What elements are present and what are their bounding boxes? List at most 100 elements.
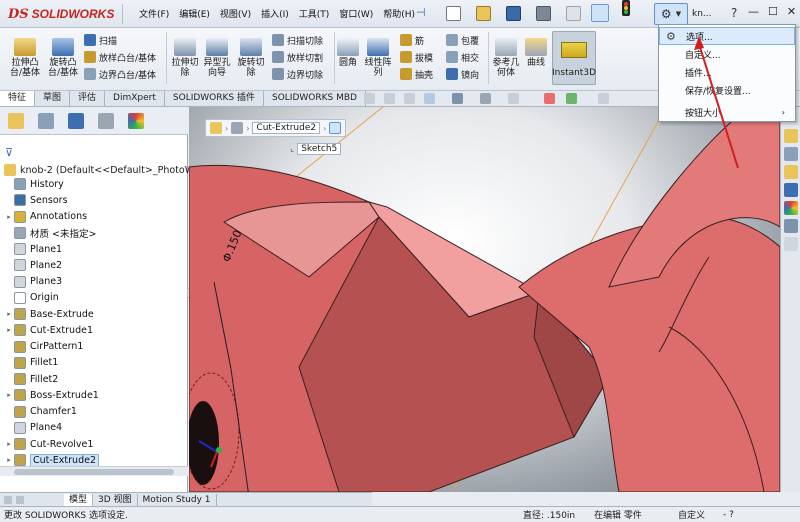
revolved-boss-button[interactable]: 旋转凸 台/基体 bbox=[46, 38, 80, 78]
tree-node[interactable]: ▸ Cut-Revolve1 bbox=[4, 436, 93, 452]
view-orientation-icon[interactable] bbox=[452, 93, 463, 104]
expand-arrow-icon[interactable]: ▸ bbox=[4, 310, 14, 318]
tree-node[interactable]: Plane3 bbox=[4, 274, 62, 290]
swept-cut-button[interactable]: 扫描切除 bbox=[272, 32, 323, 48]
property-manager-tab-icon[interactable] bbox=[38, 113, 54, 129]
options-button[interactable]: ⚙ ▼ bbox=[654, 3, 688, 25]
feature-tree-tab-icon[interactable] bbox=[8, 113, 24, 129]
instant3d-button[interactable]: Instant3D bbox=[552, 31, 596, 85]
tab-addins[interactable]: SOLIDWORKS 插件 bbox=[165, 91, 264, 106]
menu-item-options[interactable]: ⚙ 选项... bbox=[659, 27, 795, 45]
sketch-label[interactable]: Sketch5 bbox=[297, 143, 342, 155]
custom-properties-icon[interactable] bbox=[784, 219, 798, 233]
expand-arrow-icon[interactable]: ▸ bbox=[4, 213, 14, 221]
tree-node[interactable]: ▸ Base-Extrude bbox=[4, 306, 94, 322]
loft-boss-button[interactable]: 放样凸台/基体 bbox=[84, 49, 156, 65]
maximize-icon[interactable]: ☐ bbox=[768, 5, 778, 18]
tree-node[interactable]: 材质 <未指定> bbox=[4, 225, 96, 241]
zoom-area-icon[interactable] bbox=[384, 93, 395, 104]
tab-sketch[interactable]: 草图 bbox=[35, 91, 71, 106]
tree-node[interactable]: CirPattern1 bbox=[4, 339, 83, 355]
tree-node[interactable]: ▸ Cut-Extrude1 bbox=[4, 322, 93, 338]
status-units[interactable]: 自定义 bbox=[678, 508, 705, 521]
menu-item-customize[interactable]: 自定义... bbox=[659, 45, 795, 63]
tree-node[interactable]: Chamfer1 bbox=[4, 404, 77, 420]
breadcrumb-feature[interactable]: Cut-Extrude2 bbox=[252, 122, 321, 134]
configuration-tab-icon[interactable] bbox=[68, 113, 84, 129]
scrollbar-thumb[interactable] bbox=[14, 469, 174, 475]
rebuild-traffic-light-icon[interactable] bbox=[622, 0, 630, 16]
reference-geometry-button[interactable]: 参考几 何体 bbox=[490, 38, 522, 78]
tree-node[interactable]: Sensors bbox=[4, 192, 68, 208]
apply-scene-icon[interactable] bbox=[566, 93, 577, 104]
hole-wizard-button[interactable]: 异型孔 向导 bbox=[200, 38, 234, 78]
extruded-cut-button[interactable]: 拉伸切 除 bbox=[170, 38, 200, 78]
menu-item-save-restore[interactable]: 保存/恢复设置... bbox=[659, 81, 795, 99]
hide-show-items-icon[interactable] bbox=[508, 93, 519, 104]
tree-node[interactable]: Fillet2 bbox=[4, 371, 58, 387]
tab-mbd[interactable]: SOLIDWORKS MBD bbox=[264, 91, 366, 106]
menu-item-button-size[interactable]: 按钮大小 › bbox=[659, 103, 795, 121]
tree-node[interactable]: ▸ Annotations bbox=[4, 209, 87, 225]
zoom-fit-icon[interactable] bbox=[364, 93, 375, 104]
pin-icon[interactable]: ⊣ bbox=[416, 6, 426, 19]
breadcrumb[interactable]: › › Cut-Extrude2 › bbox=[205, 119, 347, 137]
print-icon[interactable] bbox=[536, 6, 551, 21]
previous-view-icon[interactable] bbox=[404, 93, 415, 104]
tree-node[interactable]: Plane1 bbox=[4, 241, 62, 257]
menu-edit[interactable]: 编辑(E) bbox=[174, 7, 215, 20]
intersect-button[interactable]: 相交 bbox=[446, 49, 479, 65]
tab-evaluate[interactable]: 评估 bbox=[70, 91, 106, 106]
sweep-button[interactable]: 扫描 bbox=[84, 32, 117, 48]
status-help[interactable]: - ? bbox=[723, 510, 734, 520]
tab-features[interactable]: 特征 bbox=[0, 91, 36, 106]
dimxpert-tab-icon[interactable] bbox=[98, 113, 114, 129]
close-icon[interactable]: ✕ bbox=[787, 5, 796, 18]
tree-node[interactable]: Fillet1 bbox=[4, 355, 58, 371]
tree-node[interactable]: History bbox=[4, 176, 64, 192]
tree-node[interactable]: ▸ Boss-Extrude1 bbox=[4, 387, 99, 403]
sketch-breadcrumb[interactable]: ⌞ Sketch5 bbox=[290, 142, 342, 156]
extruded-boss-button[interactable]: 拉伸凸 台/基体 bbox=[8, 38, 42, 78]
boundary-boss-button[interactable]: 边界凸台/基体 bbox=[84, 66, 156, 82]
draft-button[interactable]: 拔模 bbox=[400, 49, 433, 65]
resources-task-icon[interactable] bbox=[784, 147, 798, 161]
display-style-icon[interactable] bbox=[480, 93, 491, 104]
linear-pattern-button[interactable]: 线性阵 列 bbox=[362, 38, 394, 78]
save-icon[interactable] bbox=[506, 6, 521, 21]
fillet-button[interactable]: 圆角 bbox=[336, 38, 360, 68]
display-manager-tab-icon[interactable] bbox=[128, 113, 144, 129]
graphics-viewport[interactable]: › › Cut-Extrude2 › ⌞ Sketch5 Φ.150 bbox=[189, 107, 780, 492]
expand-arrow-icon[interactable]: ▸ bbox=[4, 440, 14, 448]
menu-view[interactable]: 视图(V) bbox=[215, 7, 256, 20]
undo-icon[interactable] bbox=[566, 6, 581, 21]
tab-3d-view[interactable]: 3D 视图 bbox=[93, 493, 138, 506]
boundary-cut-button[interactable]: 边界切除 bbox=[272, 66, 323, 82]
lofted-cut-button[interactable]: 放样切割 bbox=[272, 49, 323, 65]
tab-model[interactable]: 模型 bbox=[64, 493, 94, 506]
view-settings-icon[interactable] bbox=[598, 93, 609, 104]
menu-help[interactable]: 帮助(H) bbox=[378, 7, 420, 20]
menu-window[interactable]: 窗口(W) bbox=[334, 7, 378, 20]
tab-motion-study[interactable]: Motion Study 1 bbox=[138, 493, 217, 506]
filter-icon[interactable]: ⊽ bbox=[5, 146, 13, 159]
tree-node[interactable]: Plane4 bbox=[4, 420, 62, 436]
wrap-button[interactable]: 包覆 bbox=[446, 32, 479, 48]
design-library-icon[interactable] bbox=[784, 165, 798, 179]
appearances-icon[interactable] bbox=[784, 201, 798, 215]
shell-button[interactable]: 抽壳 bbox=[400, 66, 433, 82]
solidworks-forum-icon[interactable] bbox=[784, 237, 798, 251]
new-document-icon[interactable] bbox=[446, 6, 461, 21]
expand-arrow-icon[interactable]: ▸ bbox=[4, 326, 14, 334]
minimize-icon[interactable]: — bbox=[748, 5, 759, 18]
user-name[interactable]: kn... bbox=[692, 9, 712, 19]
open-folder-icon[interactable] bbox=[476, 6, 491, 21]
help-button[interactable]: ? bbox=[731, 6, 737, 20]
rib-button[interactable]: 筋 bbox=[400, 32, 424, 48]
expand-arrow-icon[interactable]: ▸ bbox=[4, 391, 14, 399]
section-view-icon[interactable] bbox=[424, 93, 435, 104]
expand-arrow-icon[interactable]: ▸ bbox=[4, 456, 14, 464]
curves-button[interactable]: 曲线 bbox=[524, 38, 548, 68]
menu-file[interactable]: 文件(F) bbox=[134, 7, 174, 20]
mirror-button[interactable]: 镜向 bbox=[446, 66, 479, 82]
